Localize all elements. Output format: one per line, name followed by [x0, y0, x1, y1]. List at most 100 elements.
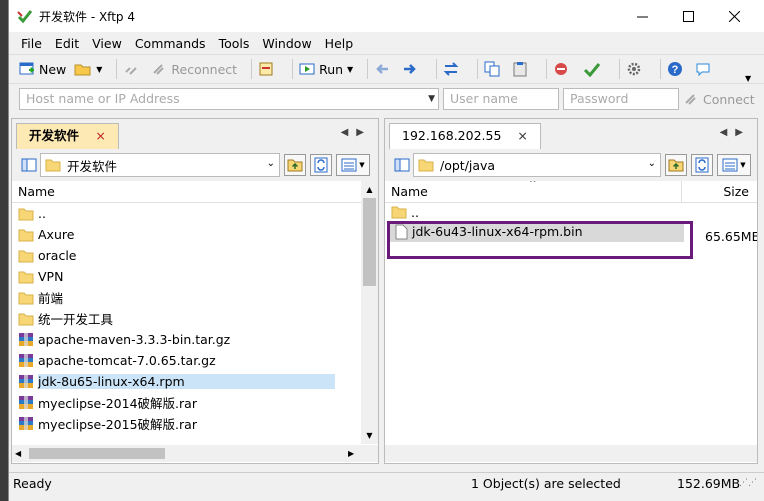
scroll-down-icon[interactable]: ▼ [361, 427, 378, 444]
table-row[interactable]: .. [12, 203, 378, 224]
refresh-icon [695, 157, 709, 173]
local-column-name[interactable]: Name [12, 181, 361, 203]
host-input[interactable]: Host name or IP Address ▼ [19, 88, 439, 110]
local-view-toggle-button[interactable] [18, 154, 40, 176]
tab-scroll-arrows[interactable]: ◀▶ [341, 127, 372, 138]
properties-button[interactable] [258, 61, 278, 77]
back-button[interactable] [374, 61, 394, 77]
remote-view-menu-button[interactable]: ▼ [717, 154, 751, 176]
menu-edit[interactable]: Edit [55, 36, 79, 51]
table-row[interactable]: Axure [12, 224, 378, 245]
remote-column-size-label[interactable]: Size [723, 181, 749, 203]
local-refresh-button[interactable] [310, 154, 332, 176]
folder-open-icon [74, 64, 91, 76]
menu-view[interactable]: View [92, 36, 122, 51]
tab-scroll-arrows[interactable]: ◀▶ [720, 127, 751, 138]
xftp-window: 开发软件 - Xftp 4 File Edit View Commands To… [8, 0, 764, 501]
resize-grip-icon[interactable]: ⋰⋰ [739, 478, 757, 488]
connect-button[interactable]: Connect [683, 91, 755, 107]
help-button[interactable]: ? [667, 61, 687, 77]
table-row[interactable]: VPN [12, 266, 378, 287]
local-vscroll-thumb[interactable] [363, 198, 376, 286]
close-icon[interactable]: × [517, 128, 527, 143]
maximize-button[interactable] [665, 0, 711, 32]
remote-up-folder-button[interactable] [665, 154, 687, 176]
table-row[interactable]: apache-tomcat-7.0.65.tar.gz [12, 350, 378, 371]
menu-commands[interactable]: Commands [135, 36, 206, 51]
username-input[interactable]: User name [443, 88, 559, 110]
chevron-down-icon[interactable]: ⌄ [267, 158, 275, 169]
menu-tools[interactable]: Tools [219, 36, 250, 51]
menu-window[interactable]: Window [262, 36, 311, 51]
table-row[interactable]: 统一开发工具 [12, 308, 378, 329]
xftp-button[interactable] [583, 61, 605, 77]
table-row[interactable]: apache-maven-3.3.3-bin.tar.gz [12, 329, 378, 350]
table-row[interactable]: jdk-8u65-linux-x64.rpm [12, 371, 378, 392]
new-button[interactable]: New [19, 61, 66, 77]
table-row[interactable]: myeclipse-2014破解版.rar [12, 392, 378, 413]
folder-icon [18, 250, 34, 262]
folder-icon [18, 208, 34, 220]
local-hscroll-thumb[interactable] [29, 448, 165, 459]
paste-button[interactable] [512, 61, 532, 77]
new-session-icon [19, 62, 34, 75]
folder-icon [418, 159, 434, 172]
options-button[interactable] [626, 61, 646, 77]
toolbar: New ▼ Reconnect Run ▼ ? ▼ [9, 54, 764, 84]
menu-file[interactable]: File [21, 36, 42, 51]
copy-button[interactable] [484, 61, 504, 77]
connect-icon [685, 94, 696, 105]
remote-view-toggle-button[interactable] [391, 154, 413, 176]
close-icon[interactable]: × [95, 128, 105, 143]
close-button[interactable] [711, 0, 757, 32]
run-button[interactable]: Run ▼ [299, 61, 353, 77]
toolbar-separator [251, 59, 253, 79]
folder-icon [391, 206, 407, 219]
minimize-icon [636, 16, 648, 17]
scroll-right-icon[interactable]: ▶ [348, 445, 354, 462]
local-up-folder-button[interactable] [284, 154, 306, 176]
minimize-button[interactable] [619, 0, 665, 32]
chevron-down-icon[interactable]: ▼ [428, 89, 435, 109]
remote-parent-row[interactable]: .. [385, 203, 757, 221]
table-row[interactable]: 前端 [12, 287, 378, 308]
sync-button[interactable] [443, 61, 463, 77]
remote-file-list: Name ^ Size .. jdk-6u43-linux-x64-rpm.bi… [385, 181, 757, 444]
local-view-menu-button[interactable]: ▼ [336, 154, 370, 176]
forward-button[interactable] [402, 61, 422, 77]
remote-column-name-label[interactable]: Name [391, 184, 428, 199]
xftp-icon [584, 63, 601, 77]
status-ready: Ready [13, 476, 52, 491]
scroll-up-icon[interactable]: ▲ [361, 181, 378, 198]
menu-help[interactable]: Help [325, 36, 354, 51]
local-path-bar: 开发软件 ⌄ ▼ [12, 149, 378, 181]
table-row[interactable]: oracle [12, 245, 378, 266]
remote-refresh-button[interactable] [691, 154, 713, 176]
password-input[interactable]: Password [563, 88, 679, 110]
chevron-down-icon[interactable]: ⌄ [648, 158, 656, 169]
table-row[interactable]: myeclipse-2015破解版.rar [12, 413, 378, 434]
local-vertical-scrollbar[interactable]: ▲ ▼ [361, 181, 378, 444]
disconnect-button[interactable] [123, 61, 143, 77]
folder-icon [45, 159, 61, 172]
chat-button[interactable] [695, 61, 715, 77]
tab-remote[interactable]: 192.168.202.55 × [389, 123, 541, 149]
folder-icon [18, 271, 34, 283]
archive-icon [19, 353, 33, 367]
open-folder-button[interactable]: ▼ [74, 61, 102, 77]
reconnect-button[interactable]: Reconnect [151, 61, 237, 77]
tab-local[interactable]: 开发软件 × [16, 123, 119, 149]
remote-path-input[interactable]: /opt/java ⌄ [413, 153, 661, 177]
toolbar-separator [619, 59, 621, 79]
toolbar-overflow-icon[interactable]: ▼ [745, 74, 751, 83]
file-name: .. [38, 206, 46, 221]
xshell-button[interactable] [553, 61, 575, 77]
arrow-left-icon [376, 64, 389, 74]
toolbar-separator [660, 59, 662, 79]
local-path-input[interactable]: 开发软件 ⌄ [40, 153, 280, 177]
local-file-list: Name .. Axure oracle VPN 前端 统一开发工具 apache-mave… [12, 181, 378, 444]
refresh-icon [314, 157, 328, 173]
paste-icon [513, 62, 527, 77]
local-horizontal-scrollbar[interactable]: ◀ ▶ [12, 445, 378, 462]
scroll-left-icon[interactable]: ◀ [15, 445, 21, 462]
